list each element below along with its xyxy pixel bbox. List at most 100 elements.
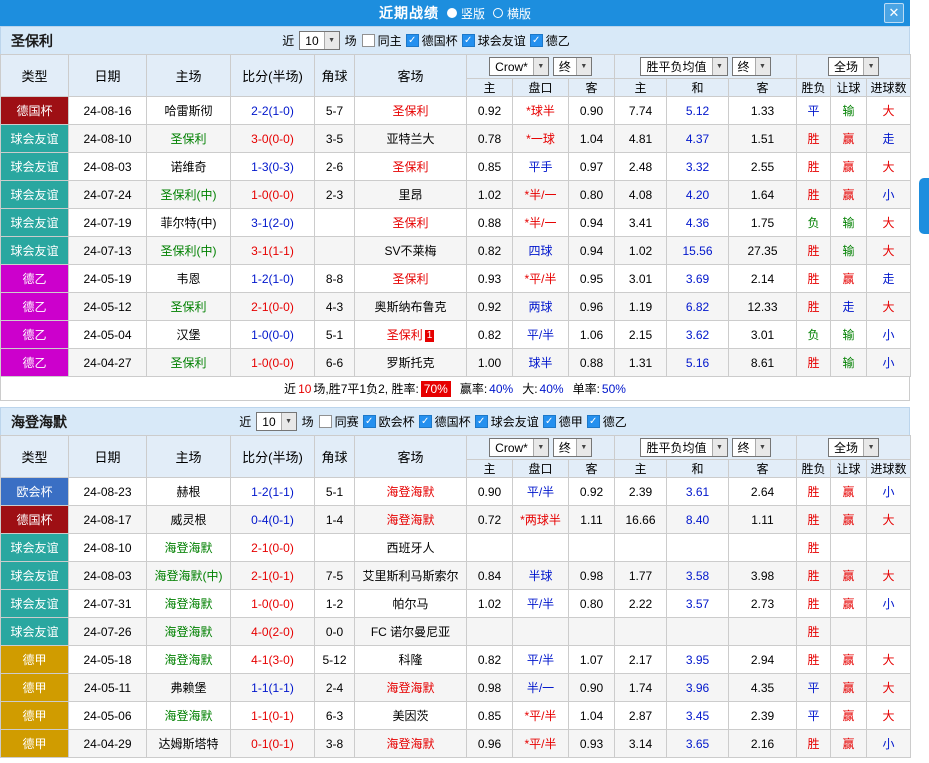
final-avg-value: 终 — [738, 58, 750, 75]
final-odds-select[interactable]: 终▼ — [553, 57, 592, 76]
side-panel-handle[interactable] — [919, 178, 929, 234]
odds-away: 1.04 — [569, 125, 615, 153]
results-tbody: 欧会杯24-08-23赫根1-2(1-1)5-1海登海默0.90平/半0.922… — [1, 478, 911, 758]
section-st-pauli: 圣保利 近 10 ▼ 场 同主✓德国杯✓球会友谊✓德乙 类型 — [0, 26, 910, 401]
odds-away: 0.97 — [569, 153, 615, 181]
checkbox-checked-icon[interactable]: ✓ — [406, 34, 419, 47]
match-type: 球会友谊 — [1, 534, 69, 562]
home-team: 海登海默 — [147, 534, 231, 562]
avg-draw: 3.58 — [667, 562, 729, 590]
radio-horizontal[interactable]: 横版 — [493, 5, 531, 22]
away-team: 美因茨 — [355, 702, 467, 730]
checkbox-unchecked-icon[interactable] — [319, 415, 332, 428]
match-date: 24-08-03 — [69, 562, 147, 590]
filter-checkbox[interactable]: 同主 — [362, 32, 402, 49]
footer-part-value: 40% — [540, 382, 564, 396]
scope-select[interactable]: 全场▼ — [828, 438, 879, 457]
match-score: 2-1(0-1) — [231, 562, 315, 590]
scope-select[interactable]: 全场▼ — [828, 57, 879, 76]
match-count-select[interactable]: 10 ▼ — [256, 412, 296, 431]
odds-source-select[interactable]: Crow*▼ — [489, 57, 549, 76]
filter-checkbox-label: 德国杯 — [435, 413, 471, 430]
checkbox-unchecked-icon[interactable] — [362, 34, 375, 47]
filter-checkbox[interactable]: ✓德乙 — [587, 413, 627, 430]
corners: 8-8 — [315, 265, 355, 293]
checkbox-checked-icon[interactable]: ✓ — [462, 34, 475, 47]
odds-home: 0.85 — [467, 702, 513, 730]
avg-away: 1.51 — [729, 125, 797, 153]
goals-result: 小 — [867, 321, 911, 349]
match-score: 1-1(1-1) — [231, 674, 315, 702]
away-team: 圣保利 — [355, 265, 467, 293]
home-team: 达姆斯塔特 — [147, 730, 231, 758]
home-team: 圣保利 — [147, 349, 231, 377]
checkbox-checked-icon[interactable]: ✓ — [475, 415, 488, 428]
avg-draw: 3.57 — [667, 590, 729, 618]
home-team: 赫根 — [147, 478, 231, 506]
filter-checkbox[interactable]: ✓德国杯 — [406, 32, 458, 49]
handicap-result: 赢 — [831, 674, 867, 702]
home-team: 圣保利 — [147, 125, 231, 153]
col-goals: 进球数 — [867, 460, 911, 478]
recent-results-window: 近期战绩 竖版 横版 ✕ 圣保利 近 10 ▼ 场 同主✓德国杯✓球会友谊✓德 — [0, 0, 910, 763]
avg-home: 16.66 — [615, 506, 667, 534]
filter-checkbox[interactable]: ✓球会友谊 — [462, 32, 526, 49]
handicap-line: 平/半 — [513, 478, 569, 506]
checkbox-checked-icon[interactable]: ✓ — [587, 415, 600, 428]
filter-checkbox[interactable]: ✓欧会杯 — [363, 413, 415, 430]
away-team: 西班牙人 — [355, 534, 467, 562]
odds-group-header: Crow*▼ 终▼ — [467, 436, 615, 460]
filter-checkbox[interactable]: 同赛 — [319, 413, 359, 430]
odds-source-select[interactable]: Crow*▼ — [489, 438, 549, 457]
col-goals: 进球数 — [867, 79, 911, 97]
home-team: 海登海默 — [147, 646, 231, 674]
avg-draw: 5.12 — [667, 97, 729, 125]
filter-checkbox[interactable]: ✓德乙 — [530, 32, 570, 49]
title-cluster: 近期战绩 竖版 横版 — [379, 3, 531, 23]
handicap-line: *平/半 — [513, 702, 569, 730]
avg-draw: 3.61 — [667, 478, 729, 506]
home-team: 海登海默(中) — [147, 562, 231, 590]
corners: 5-1 — [315, 478, 355, 506]
avg-draw: 5.16 — [667, 349, 729, 377]
match-type: 德国杯 — [1, 506, 69, 534]
home-team: 弗赖堡 — [147, 674, 231, 702]
odds-home: 0.96 — [467, 730, 513, 758]
avg-home: 2.22 — [615, 590, 667, 618]
filter-checkbox[interactable]: ✓德甲 — [543, 413, 583, 430]
checkbox-checked-icon[interactable]: ✓ — [530, 34, 543, 47]
match-score: 4-1(3-0) — [231, 646, 315, 674]
final-avg-select[interactable]: 终▼ — [732, 438, 771, 457]
filter-checkbox-label: 球会友谊 — [491, 413, 539, 430]
match-count-select[interactable]: 10 ▼ — [299, 31, 339, 50]
filter-checkbox[interactable]: ✓球会友谊 — [475, 413, 539, 430]
final-odds-select[interactable]: 终▼ — [553, 438, 592, 457]
avg-draw: 3.65 — [667, 730, 729, 758]
corners: 7-5 — [315, 562, 355, 590]
avg-select[interactable]: 胜平负均值▼ — [640, 57, 727, 76]
final-avg-select[interactable]: 终▼ — [732, 57, 771, 76]
filter-checkbox[interactable]: ✓德国杯 — [419, 413, 471, 430]
radio-selected-icon[interactable] — [447, 8, 457, 18]
odds-away: 0.94 — [569, 209, 615, 237]
handicap-result: 赢 — [831, 646, 867, 674]
match-type: 球会友谊 — [1, 153, 69, 181]
checkbox-checked-icon[interactable]: ✓ — [419, 415, 432, 428]
match-score: 1-3(0-3) — [231, 153, 315, 181]
match-type: 德甲 — [1, 702, 69, 730]
col-score: 比分(半场) — [231, 436, 315, 478]
avg-select[interactable]: 胜平负均值▼ — [640, 438, 727, 457]
team-name: 圣保利 — [1, 31, 63, 51]
home-team: 海登海默 — [147, 590, 231, 618]
goals-result: 小 — [867, 349, 911, 377]
dropdown-arrow-icon: ▼ — [863, 58, 878, 75]
handicap-line: 半球 — [513, 562, 569, 590]
radio-unselected-icon[interactable] — [493, 8, 503, 18]
match-date: 24-07-19 — [69, 209, 147, 237]
checkbox-checked-icon[interactable]: ✓ — [363, 415, 376, 428]
checkbox-checked-icon[interactable]: ✓ — [543, 415, 556, 428]
handicap-result — [831, 618, 867, 646]
close-button[interactable]: ✕ — [884, 3, 904, 23]
col-corner: 角球 — [315, 436, 355, 478]
radio-vertical[interactable]: 竖版 — [447, 5, 485, 22]
